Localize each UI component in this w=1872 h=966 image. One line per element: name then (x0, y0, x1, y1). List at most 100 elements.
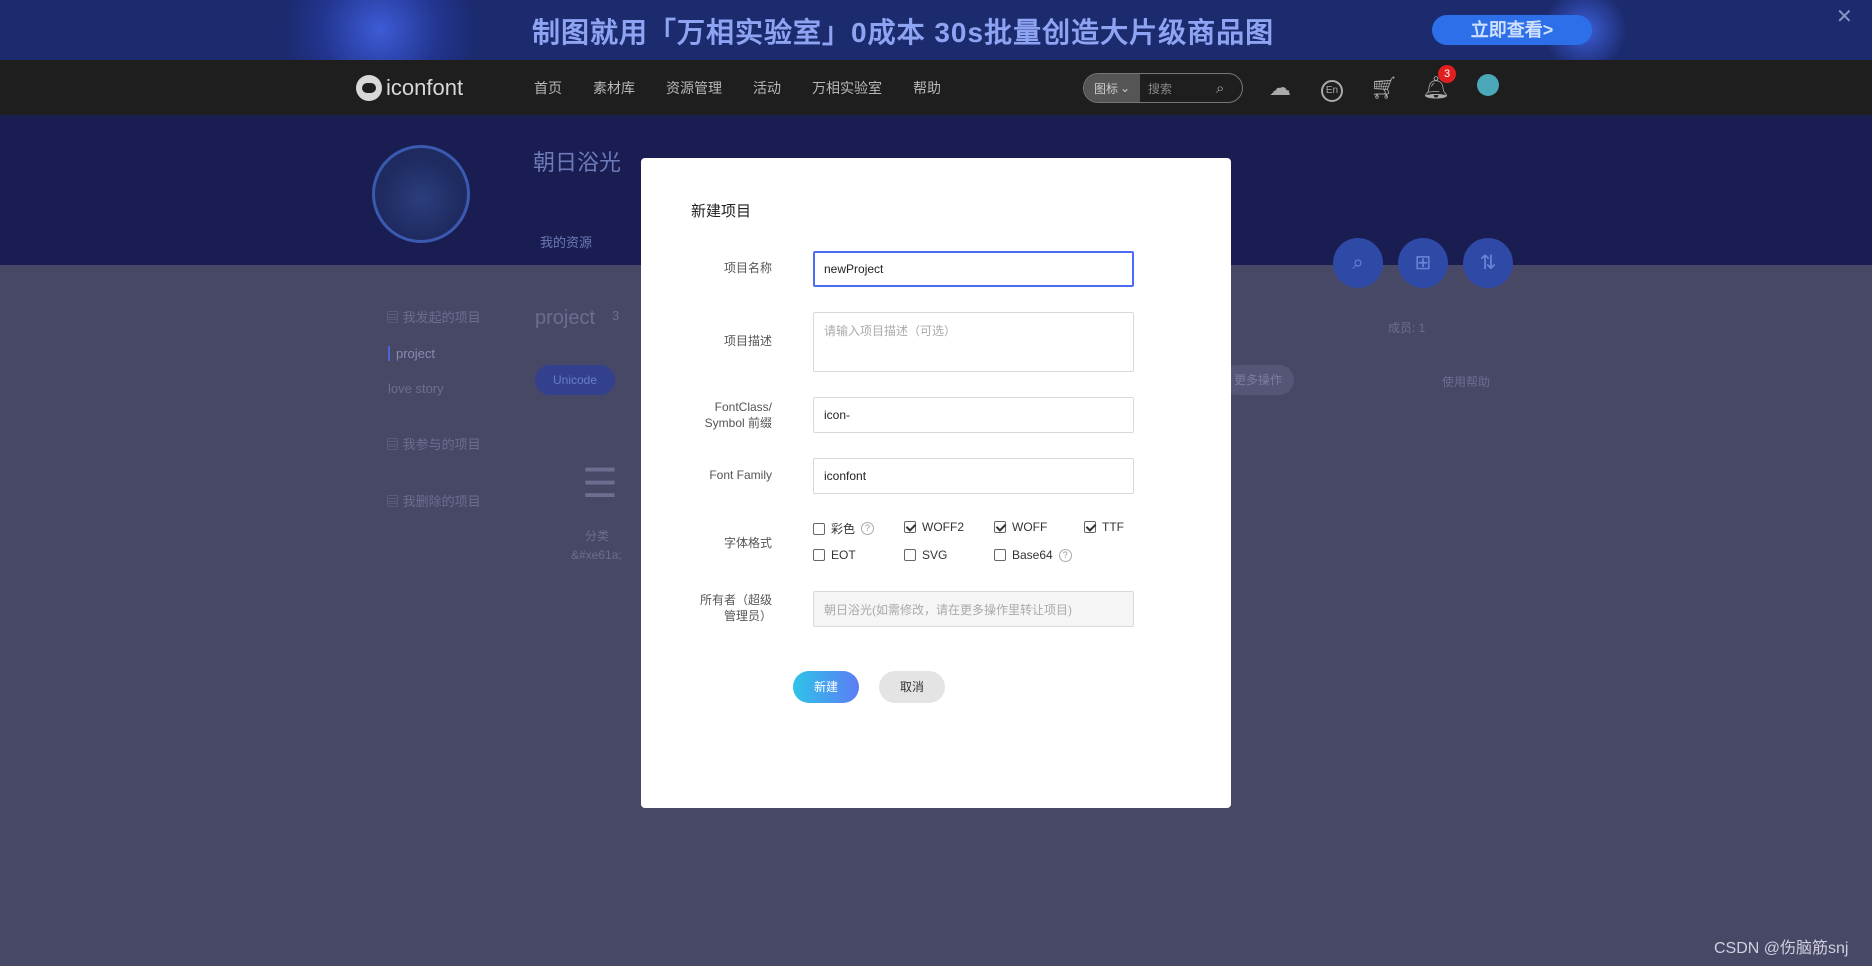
sidebar-item-started[interactable]: ▤ 我发起的项目 (386, 307, 481, 326)
search-type-label: 图标 (1093, 81, 1118, 96)
search-box[interactable]: 图标 ⌄ 搜索 ⌕ (1083, 73, 1243, 103)
checkbox-svg[interactable] (904, 549, 916, 561)
checkbox-woff2[interactable] (904, 521, 916, 533)
format-label: WOFF2 (922, 520, 964, 534)
sort-icon[interactable]: ⇅ (1463, 238, 1513, 288)
format-label: Base64 (1012, 548, 1053, 562)
format-label: WOFF (1012, 520, 1048, 534)
user-avatar[interactable] (1474, 73, 1502, 102)
profile-name: 朝日浴光 (533, 150, 622, 175)
sidebar-item-label: 我参与的项目 (402, 437, 481, 452)
owner-label-line1: 所有者（超级 (699, 593, 772, 607)
avatar-icon (1477, 73, 1499, 96)
format-option-color[interactable]: 彩色 ? (813, 520, 875, 537)
project-title: project (535, 307, 596, 329)
checkbox-color[interactable] (813, 522, 825, 535)
prefix-label: FontClass/ Symbol 前缀 (684, 399, 772, 431)
more-actions-button[interactable]: 更多操作 (1222, 365, 1294, 395)
font-family-label: Font Family (709, 468, 772, 482)
add-folder-icon[interactable]: ⊞ (1398, 238, 1448, 288)
project-name-input[interactable]: newProject (813, 251, 1134, 287)
icon-name: 分类 (585, 529, 610, 543)
help-question-icon[interactable]: ? (861, 522, 875, 535)
checkbox-base64[interactable] (994, 549, 1006, 561)
format-label: SVG (922, 548, 948, 562)
owner-input: 朝日浴光(如需修改，请在更多操作里转让项目) (813, 591, 1134, 627)
format-option-eot[interactable]: EOT (813, 548, 856, 562)
notification-bell-icon[interactable]: 🔔︎ 3 (1422, 64, 1456, 101)
format-option-woff2[interactable]: WOFF2 (904, 520, 964, 534)
format-option-ttf[interactable]: TTF (1084, 520, 1124, 534)
help-question-icon[interactable]: ? (1058, 548, 1072, 562)
prefix-label-line1: FontClass/ (714, 400, 772, 414)
tab-my-resources[interactable]: 我的资源 (540, 232, 592, 251)
search-icon[interactable]: ⌕ (1216, 80, 1242, 97)
member-info[interactable]: 成员: 1 (1388, 319, 1425, 336)
top-navigation: iconfont 首页 素材库 资源管理 活动 万相实验室 帮助 图标 ⌄ 搜索… (0, 60, 1872, 115)
format-label: TTF (1102, 520, 1124, 534)
banner-cta-button[interactable]: 立即查看> (1432, 15, 1592, 45)
checkbox-eot[interactable] (813, 549, 825, 561)
owner-label-line2: 管理员） (723, 609, 772, 623)
project-description-label: 项目描述 (723, 334, 772, 348)
notification-badge: 3 (1438, 64, 1456, 83)
font-family-input[interactable]: iconfont (813, 458, 1134, 494)
format-option-woff[interactable]: WOFF (994, 520, 1047, 534)
banner-close-icon[interactable]: ✕ (1836, 4, 1853, 29)
create-button[interactable]: 新建 (793, 671, 859, 703)
folder-icon: ▤ (386, 310, 403, 325)
icon-code: &#xe61a; (571, 548, 622, 562)
language-icon: En (1321, 80, 1343, 102)
folder-icon: ▤ (386, 437, 403, 452)
nav-link-home[interactable]: 首页 (534, 78, 562, 98)
checkbox-woff[interactable] (994, 521, 1006, 533)
nav-actions: ☁ En 🛒︎ 🔔︎ 3 (1266, 60, 1502, 115)
new-project-dialog: 新建项目 项目名称 newProject 项目描述 请输入项目描述（可选） Fo… (641, 158, 1231, 808)
banner-graphic (260, 0, 500, 60)
sidebar-item-joined[interactable]: ▤ 我参与的项目 (386, 434, 481, 453)
nav-link-resources[interactable]: 资源管理 (666, 78, 722, 98)
sidebar-item-love-story[interactable]: love story (388, 381, 444, 396)
format-label: 彩色 (831, 522, 856, 536)
project-name-label: 项目名称 (723, 261, 772, 275)
sidebar-item-label: 我删除的项目 (402, 494, 481, 509)
menu-lines-icon[interactable]: ☰ (582, 461, 618, 507)
chevron-down-icon: ⌄ (1119, 81, 1131, 95)
site-logo[interactable]: iconfont (356, 75, 463, 101)
promo-banner[interactable]: 制图就用「万相实验室」0成本 30s批量创造大片级商品图 立即查看> ✕ (0, 0, 1872, 60)
prefix-input[interactable]: icon- (813, 397, 1134, 433)
sidebar-item-deleted[interactable]: ▤ 我删除的项目 (386, 491, 481, 510)
checkbox-ttf[interactable] (1084, 521, 1096, 533)
font-format-label: 字体格式 (723, 536, 772, 550)
nav-link-lab[interactable]: 万相实验室 (812, 78, 882, 98)
profile-avatar (372, 145, 470, 243)
dialog-title: 新建项目 (691, 203, 752, 220)
format-option-base64[interactable]: Base64 ? (994, 548, 1072, 562)
search-input[interactable]: 搜索 (1140, 80, 1216, 97)
upload-icon[interactable]: ☁ (1266, 75, 1294, 101)
project-icon-count: 3 (612, 308, 620, 323)
sidebar-item-project[interactable]: project (388, 346, 435, 361)
project-description-textarea[interactable]: 请输入项目描述（可选） (813, 312, 1134, 372)
sidebar-item-label: 我发起的项目 (402, 310, 481, 325)
main-menu: 首页 素材库 资源管理 活动 万相实验室 帮助 (534, 60, 941, 115)
nav-link-events[interactable]: 活动 (753, 78, 781, 98)
banner-text: 制图就用「万相实验室」0成本 30s批量创造大片级商品图 (532, 17, 1275, 48)
iconfont-logo-icon (356, 75, 382, 101)
trash-icon: ▤ (386, 494, 403, 509)
language-toggle[interactable]: En (1318, 73, 1346, 102)
cancel-button[interactable]: 取消 (879, 671, 945, 703)
format-label: EOT (831, 548, 856, 562)
search-type-select[interactable]: 图标 ⌄ (1084, 74, 1140, 102)
owner-label: 所有者（超级 管理员） (684, 592, 772, 624)
tab-unicode[interactable]: Unicode (535, 365, 615, 395)
cart-icon[interactable]: 🛒︎ (1370, 75, 1398, 101)
format-option-svg[interactable]: SVG (904, 548, 947, 562)
help-link[interactable]: 使用帮助 (1442, 373, 1490, 390)
logo-text: iconfont (386, 75, 464, 100)
nav-link-library[interactable]: 素材库 (593, 78, 635, 98)
nav-link-help[interactable]: 帮助 (913, 78, 941, 98)
watermark: CSDN @伤脑筋snj (1714, 940, 1849, 957)
prefix-label-line2: Symbol 前缀 (704, 416, 772, 430)
search-circle-icon[interactable]: ⌕ (1333, 238, 1383, 288)
